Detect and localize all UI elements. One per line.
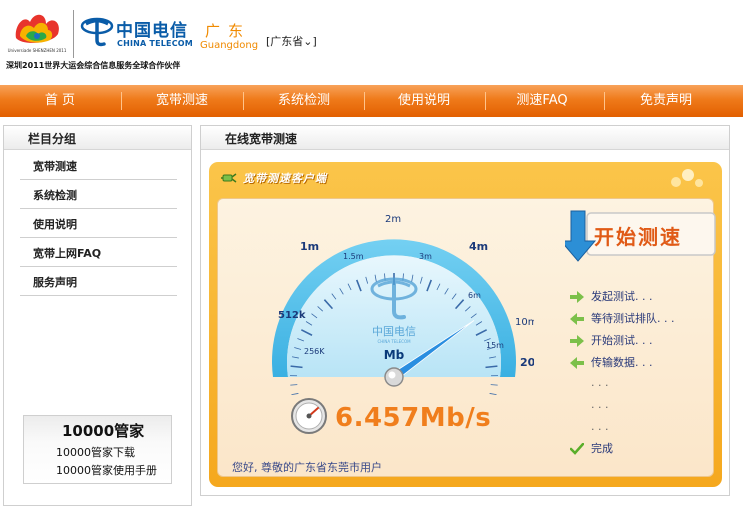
speedometer-icon [291, 398, 327, 434]
sidebar-item-speed-test[interactable]: 宽带测速 [20, 151, 177, 180]
sidebar-item-label: 宽带测速 [33, 160, 77, 173]
gauge-label-3m: 3m [419, 252, 432, 261]
province-name-en: Guangdong [200, 40, 259, 51]
sidebar-header: 栏目分组 [4, 126, 191, 150]
widget-title-bar: 宽带测速客户端 [209, 162, 722, 192]
bubbles-decoration [671, 169, 703, 187]
step-done: 完成 [591, 442, 613, 455]
sidebar-item-system-check[interactable]: 系统检测 [20, 180, 177, 209]
header: Universiade SHENZHEN 2011 中国电信 CHINA TEL… [0, 0, 743, 84]
province-name-cn: 广东 [205, 22, 252, 40]
checkmark-icon [570, 443, 584, 455]
china-telecom-cn: 中国电信 [116, 21, 188, 41]
gauge-label-20m: 20+m [520, 356, 534, 369]
sidebar-item-label: 使用说明 [33, 218, 77, 231]
step-queue: 等待测试排队. . . [591, 312, 675, 325]
butler-download-link[interactable]: 10000管家下载 [56, 444, 135, 460]
butler-title: 10000管家 [62, 422, 145, 440]
sidebar-item-label: 宽带上网FAQ [33, 247, 102, 260]
gauge-label-1m: 1m [300, 240, 319, 253]
arrow-right-icon [570, 291, 584, 303]
speed-gauge: 中国电信 CHINA TELECOM Mb 512k 1m 2m 4m 10m … [272, 214, 534, 396]
speed-value: 6.457Mb/s [335, 403, 492, 433]
gauge-label-4m: 4m [469, 240, 488, 253]
sidebar-title: 栏目分组 [28, 132, 77, 146]
main-panel: 在线宽带测速 宽带测速客户端 中国电信 CHINA TELECOM Mb 512… [200, 125, 730, 496]
nav-separator [604, 92, 605, 110]
sidebar-item-service-statement[interactable]: 服务声明 [20, 267, 177, 296]
main-title: 在线宽带测速 [225, 132, 298, 146]
nav-faq[interactable]: 测速FAQ [482, 85, 602, 117]
step-transfer: 传输数据. . . [591, 356, 653, 369]
province-select[interactable]: [广东省⌄] [266, 33, 317, 49]
china-telecom-en: CHINA TELECOM [117, 39, 193, 48]
main-header: 在线宽带测速 [201, 126, 729, 150]
gauge-label-512k: 512k [278, 310, 306, 321]
greeting-text: 您好, 尊敬的广东省东莞市用户 [232, 461, 382, 474]
nav-home[interactable]: 首 页 [0, 85, 120, 117]
universiade-caption: Universiade SHENZHEN 2011 [7, 48, 67, 53]
gauge-label-256k: 256K [304, 347, 325, 356]
nav-instructions[interactable]: 使用说明 [364, 85, 484, 117]
gauge-tick [489, 393, 497, 396]
gauge-tick [291, 393, 299, 396]
page: Universiade SHENZHEN 2011 中国电信 CHINA TEL… [0, 0, 743, 506]
nav-speed-test[interactable]: 宽带测速 [122, 85, 242, 117]
arrow-right-icon [570, 335, 584, 347]
step-dots: . . . [591, 420, 609, 433]
sidebar-item-label: 系统检测 [33, 189, 77, 202]
widget-title: 宽带测速客户端 [243, 172, 327, 185]
gauge-label-15m: 15m [486, 341, 504, 350]
gauge-label-2m: 2m [385, 214, 401, 225]
speed-test-inner: 中国电信 CHINA TELECOM Mb 512k 1m 2m 4m 10m … [217, 198, 716, 477]
gauge-tick [490, 384, 498, 386]
sidebar-item-label: 服务声明 [33, 276, 77, 289]
butler-manual-link[interactable]: 10000管家使用手册 [56, 462, 157, 478]
main-nav: 首 页 宽带测速 系统检测 使用说明 测速FAQ 免责声明 [0, 85, 743, 117]
step-initiate: 发起测试. . . [591, 290, 653, 303]
sidebar-item-faq[interactable]: 宽带上网FAQ [20, 238, 177, 267]
gauge-label-6m: 6m [468, 291, 481, 300]
step-start: 开始测试. . . [591, 334, 653, 347]
tagline: 深圳2011世界大运会综合信息服务全球合作伙伴 [6, 61, 181, 70]
butler-box: 10000管家 10000管家下载 10000管家使用手册 [23, 415, 172, 484]
gauge-brand-cn: 中国电信 [372, 325, 416, 338]
logo-divider [73, 10, 74, 58]
gauge-label-1-5m: 1.5m [343, 252, 364, 261]
speed-test-widget: 宽带测速客户端 中国电信 CHINA TELECOM Mb 512k 1m 2m… [209, 162, 722, 487]
step-dots: . . . [591, 376, 609, 389]
arrow-left-icon [570, 357, 584, 369]
gauge-label-10m: 10m [515, 317, 534, 328]
gauge-brand-en: CHINA TELECOM [377, 339, 411, 344]
nav-system-check[interactable]: 系统检测 [244, 85, 364, 117]
sidebar: 栏目分组 宽带测速 系统检测 使用说明 宽带上网FAQ 服务声明 10000管家… [3, 125, 192, 506]
nav-disclaimer[interactable]: 免责声明 [606, 85, 726, 117]
gauge-center-label: Mb [384, 348, 405, 362]
plug-icon [221, 173, 237, 183]
china-telecom-logo-icon [80, 17, 114, 47]
step-dots: . . . [591, 398, 609, 411]
gauge-tick [290, 384, 298, 386]
arrow-left-icon [570, 313, 584, 325]
sidebar-item-instructions[interactable]: 使用说明 [20, 209, 177, 238]
start-test-label[interactable]: 开始测速 [594, 221, 682, 250]
